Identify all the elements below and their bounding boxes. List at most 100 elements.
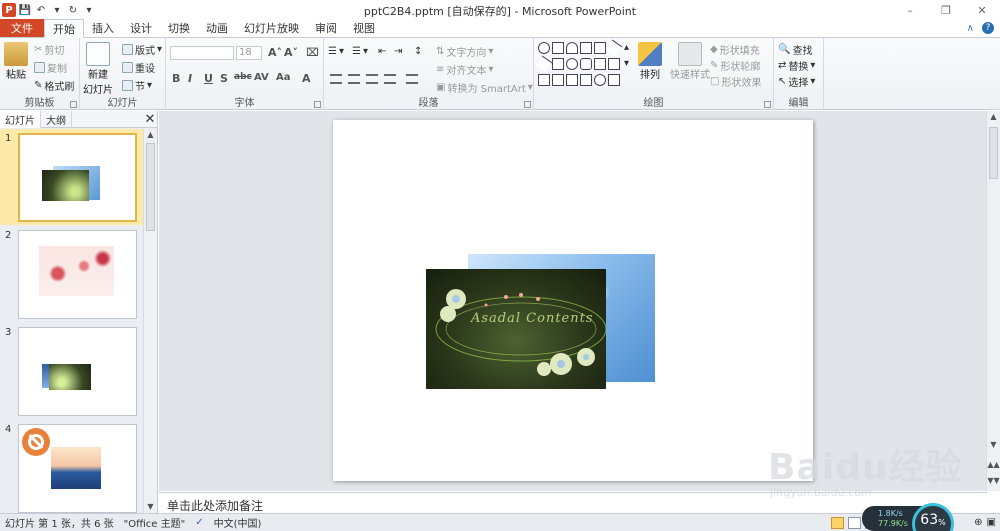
select-button[interactable]: ↖ 选择 ▾	[778, 74, 815, 89]
scroll-thumb[interactable]	[989, 127, 998, 179]
tab-review[interactable]: 审阅	[307, 19, 345, 37]
rect-shape-icon[interactable]	[594, 42, 606, 54]
clipboard-launcher-icon[interactable]	[70, 101, 77, 108]
decrease-indent-button[interactable]: ⇤	[378, 46, 386, 57]
font-color-button[interactable]: A	[302, 72, 311, 85]
tab-home[interactable]: 开始	[44, 19, 84, 38]
numbering-button[interactable]: ☰ ▾	[352, 46, 368, 57]
find-button[interactable]: 🔍 查找	[778, 42, 812, 57]
paste-button[interactable]: 粘贴	[4, 42, 28, 81]
tab-file[interactable]: 文件	[0, 19, 44, 37]
slide-thumbnail-2[interactable]: 2	[0, 226, 143, 322]
drawing-launcher-icon[interactable]	[764, 101, 771, 108]
strikethrough-button[interactable]: abc	[234, 72, 252, 82]
scroll-thumb[interactable]	[146, 143, 155, 231]
oval-shape-icon[interactable]	[566, 58, 578, 70]
gallery-scroll-up-icon[interactable]: ▴	[624, 42, 629, 53]
circle-shape-icon[interactable]	[594, 74, 606, 86]
undo-icon[interactable]: ↶	[34, 3, 48, 17]
tab-transitions[interactable]: 切换	[160, 19, 198, 37]
current-slide[interactable]: Asadal Contents	[333, 120, 813, 481]
normal-view-icon[interactable]	[830, 516, 844, 529]
bold-button[interactable]: B	[172, 72, 180, 85]
shape-effects-button[interactable]: □ 形状效果	[710, 74, 761, 89]
right-arrow-shape-icon[interactable]	[552, 74, 564, 86]
text-direction-button[interactable]: ⇅ 文字方向 ▾	[436, 44, 493, 59]
line-spacing-button[interactable]: ↕	[414, 46, 422, 57]
italic-button[interactable]: I	[188, 72, 192, 85]
rounded-rect-shape-icon[interactable]	[580, 58, 592, 70]
underline-button[interactable]: U	[204, 72, 213, 85]
cut-button[interactable]: ✂ 剪切	[34, 42, 64, 57]
textbox-shape-icon[interactable]	[552, 42, 564, 54]
quick-styles-button[interactable]: 快速样式	[670, 42, 710, 81]
arc-shape-icon[interactable]	[566, 42, 578, 54]
scroll-down-icon[interactable]: ▼	[987, 439, 1000, 451]
tab-slideshow[interactable]: 幻灯片放映	[236, 19, 307, 37]
powerpoint-logo-icon[interactable]: P	[2, 3, 16, 17]
scroll-up-icon[interactable]: ▲	[987, 111, 1000, 123]
paragraph-launcher-icon[interactable]	[524, 101, 531, 108]
tab-outline[interactable]: 大纲	[41, 110, 72, 128]
triangle-shape-icon[interactable]	[594, 58, 606, 70]
edit-scrollbar[interactable]: ▲ ▼ ▲▲ ▼▼	[986, 111, 1000, 491]
section-button[interactable]: 节 ▾	[122, 78, 152, 93]
minimize-button[interactable]: –	[892, 0, 928, 20]
shadow-button[interactable]: S	[220, 72, 228, 85]
rectangle-shape-icon[interactable]	[552, 58, 564, 70]
minimize-ribbon-icon[interactable]: ∧	[967, 23, 974, 34]
font-family-combo[interactable]	[170, 46, 234, 60]
font-launcher-icon[interactable]	[314, 101, 321, 108]
language-indicator[interactable]: 中文(中国)	[209, 515, 267, 530]
tab-view[interactable]: 视图	[345, 19, 383, 37]
tab-animations[interactable]: 动画	[198, 19, 236, 37]
new-slide-button[interactable]: 新建 幻灯片	[83, 42, 113, 96]
shape-outline-button[interactable]: ✎ 形状轮廓	[710, 58, 760, 73]
align-text-button[interactable]: ≡ 对齐文本 ▾	[436, 62, 493, 77]
align-left-icon[interactable]	[330, 74, 342, 84]
down-arrow-shape-icon[interactable]	[580, 74, 592, 86]
diag-line-shape-icon[interactable]	[535, 55, 553, 73]
shapes-gallery[interactable]: ▴ ▾	[535, 39, 634, 90]
close-button[interactable]: ✕	[964, 0, 1000, 20]
network-speed-widget[interactable]: 1.8K/s 77.9K/s 63%	[862, 503, 972, 531]
next-slide-icon[interactable]: ▼▼	[987, 475, 1000, 487]
smiley-shape-icon[interactable]	[538, 42, 550, 54]
replace-button[interactable]: ⇄ 替换 ▾	[778, 58, 815, 73]
save-icon[interactable]: 💾	[18, 3, 32, 17]
line-shape-icon[interactable]	[605, 39, 623, 57]
restore-button[interactable]: ❐	[928, 0, 964, 20]
gallery-scroll-down-icon[interactable]: ▾	[624, 58, 629, 69]
previous-slide-icon[interactable]: ▲▲	[987, 459, 1000, 471]
clear-format-icon[interactable]: ⌧	[306, 46, 319, 59]
help-icon[interactable]: ?	[982, 22, 994, 34]
customize-qat-icon[interactable]: ▾	[82, 3, 96, 17]
slide-thumbnail-1[interactable]: 1	[0, 129, 143, 225]
connector-shape-icon[interactable]	[538, 74, 550, 86]
bullets-button[interactable]: ☰ ▾	[328, 46, 344, 57]
notes-placeholder[interactable]: 单击此处添加备注	[167, 497, 263, 514]
increase-indent-button[interactable]: ⇥	[394, 46, 402, 57]
shrink-font-icon[interactable]: A˅	[284, 46, 298, 59]
arrange-button[interactable]: 排列	[638, 42, 662, 81]
slide-thumbnail-4[interactable]: 4	[0, 420, 143, 513]
spellcheck-icon[interactable]: ✓	[190, 517, 208, 528]
close-pane-icon[interactable]: ✕	[143, 112, 157, 127]
format-painter-button[interactable]: ✎ 格式刷	[34, 78, 74, 93]
char-spacing-button[interactable]: AV	[254, 72, 269, 83]
justify-icon[interactable]	[384, 74, 396, 84]
up-arrow-shape-icon[interactable]	[566, 74, 578, 86]
shape-fill-button[interactable]: ◆ 形状填充	[710, 42, 760, 57]
text-shape-icon[interactable]	[580, 42, 592, 54]
slide-sorter-view-icon[interactable]	[847, 516, 861, 529]
tab-slides[interactable]: 幻灯片	[0, 110, 41, 128]
grow-font-icon[interactable]: A˄	[268, 46, 282, 59]
copy-button[interactable]: 复制	[34, 60, 67, 75]
change-case-button[interactable]: Aa	[276, 72, 291, 83]
reset-button[interactable]: 重设	[122, 60, 155, 75]
convert-smartart-button[interactable]: ▣ 转换为 SmartArt ▾	[436, 80, 533, 95]
tab-insert[interactable]: 插入	[84, 19, 122, 37]
undo-dropdown-icon[interactable]: ▾	[50, 3, 64, 17]
columns-icon[interactable]	[406, 74, 418, 84]
green-floral-image[interactable]: Asadal Contents	[426, 269, 606, 389]
